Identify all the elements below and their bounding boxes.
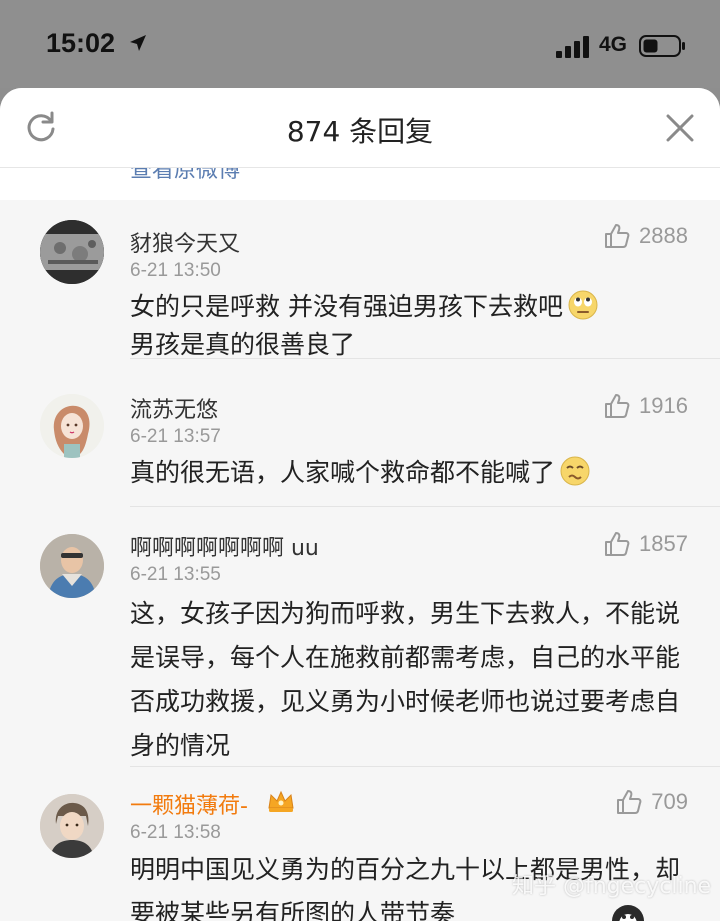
original-post-link[interactable]: 查看原微博 xyxy=(130,168,240,184)
status-bar: 15:02 4G xyxy=(0,0,720,88)
like-button[interactable]: 709 xyxy=(615,788,688,816)
close-icon[interactable] xyxy=(664,112,696,144)
penguin-icon xyxy=(612,905,644,921)
watermark: 知乎 @fngecycline xyxy=(512,874,712,899)
like-button[interactable]: 2888 xyxy=(603,222,688,250)
like-button[interactable]: 1916 xyxy=(603,392,688,420)
comment-date: 6-21 13:55 xyxy=(130,564,221,585)
avatar[interactable] xyxy=(40,220,104,284)
speechless-emoji-icon xyxy=(560,456,590,486)
network-type: 4G xyxy=(599,33,628,56)
eye-roll-emoji-icon xyxy=(568,290,598,320)
battery-icon xyxy=(639,35,685,57)
comment-date: 6-21 13:58 xyxy=(130,822,221,843)
thumbs-up-icon xyxy=(617,790,642,814)
like-count: 1916 xyxy=(639,393,688,418)
sheet-header: 874 条回复 xyxy=(0,88,720,168)
original-post-link-row[interactable]: 查看原微博 xyxy=(0,168,720,200)
avatar[interactable] xyxy=(40,794,104,858)
divider xyxy=(130,358,720,359)
vip-crown-icon xyxy=(268,790,294,812)
list-item: 啊啊啊啊啊啊啊 uu 6-21 13:55 1857 这，女孩子因为狗而呼救，男… xyxy=(0,508,720,767)
thumbs-up-icon xyxy=(605,532,630,556)
like-count: 709 xyxy=(651,789,688,814)
location-arrow-icon xyxy=(130,35,146,51)
avatar[interactable] xyxy=(40,394,104,458)
comment-date: 6-21 13:50 xyxy=(130,260,221,281)
divider xyxy=(130,506,720,507)
comment-author[interactable]: 豺狼今天又 xyxy=(130,226,240,258)
like-button[interactable]: 1857 xyxy=(603,530,688,558)
thumbs-up-icon xyxy=(605,394,630,418)
comment-date: 6-21 13:57 xyxy=(130,426,221,447)
page-title: 874 条回复 xyxy=(286,115,434,148)
status-time: 15:02 xyxy=(46,28,116,58)
list-item: 豺狼今天又 6-21 13:50 2888 女的只是呼救 并没有强迫男孩下去救吧… xyxy=(0,200,720,368)
comment-author[interactable]: 啊啊啊啊啊啊啊 uu xyxy=(130,530,319,562)
avatar[interactable] xyxy=(40,534,104,598)
replies-sheet: 874 条回复 查看原微博 豺狼今天又 6-21 13:50 2888 女的只是… xyxy=(0,88,720,921)
signal-icon xyxy=(556,36,589,58)
list-item: 流苏无悠 6-21 13:57 1916 真的很无语，人家喊个救命都不能喊了 xyxy=(0,368,720,508)
comment-body: 真的很无语，人家喊个救命都不能喊了 xyxy=(130,454,690,492)
comment-body: 女的只是呼救 并没有强迫男孩下去救吧 男孩是真的很善良了 xyxy=(130,288,690,364)
comment-author[interactable]: 流苏无悠 xyxy=(130,392,218,424)
comment-author[interactable]: 一颗猫薄荷- xyxy=(130,788,248,820)
thumbs-up-icon xyxy=(605,224,630,248)
comment-body: 这，女孩子因为狗而呼救，男生下去救人，不能说是误导，每个人在施救前都需考虑，自己… xyxy=(130,599,681,760)
like-count: 2888 xyxy=(639,223,688,248)
like-count: 1857 xyxy=(639,531,688,556)
